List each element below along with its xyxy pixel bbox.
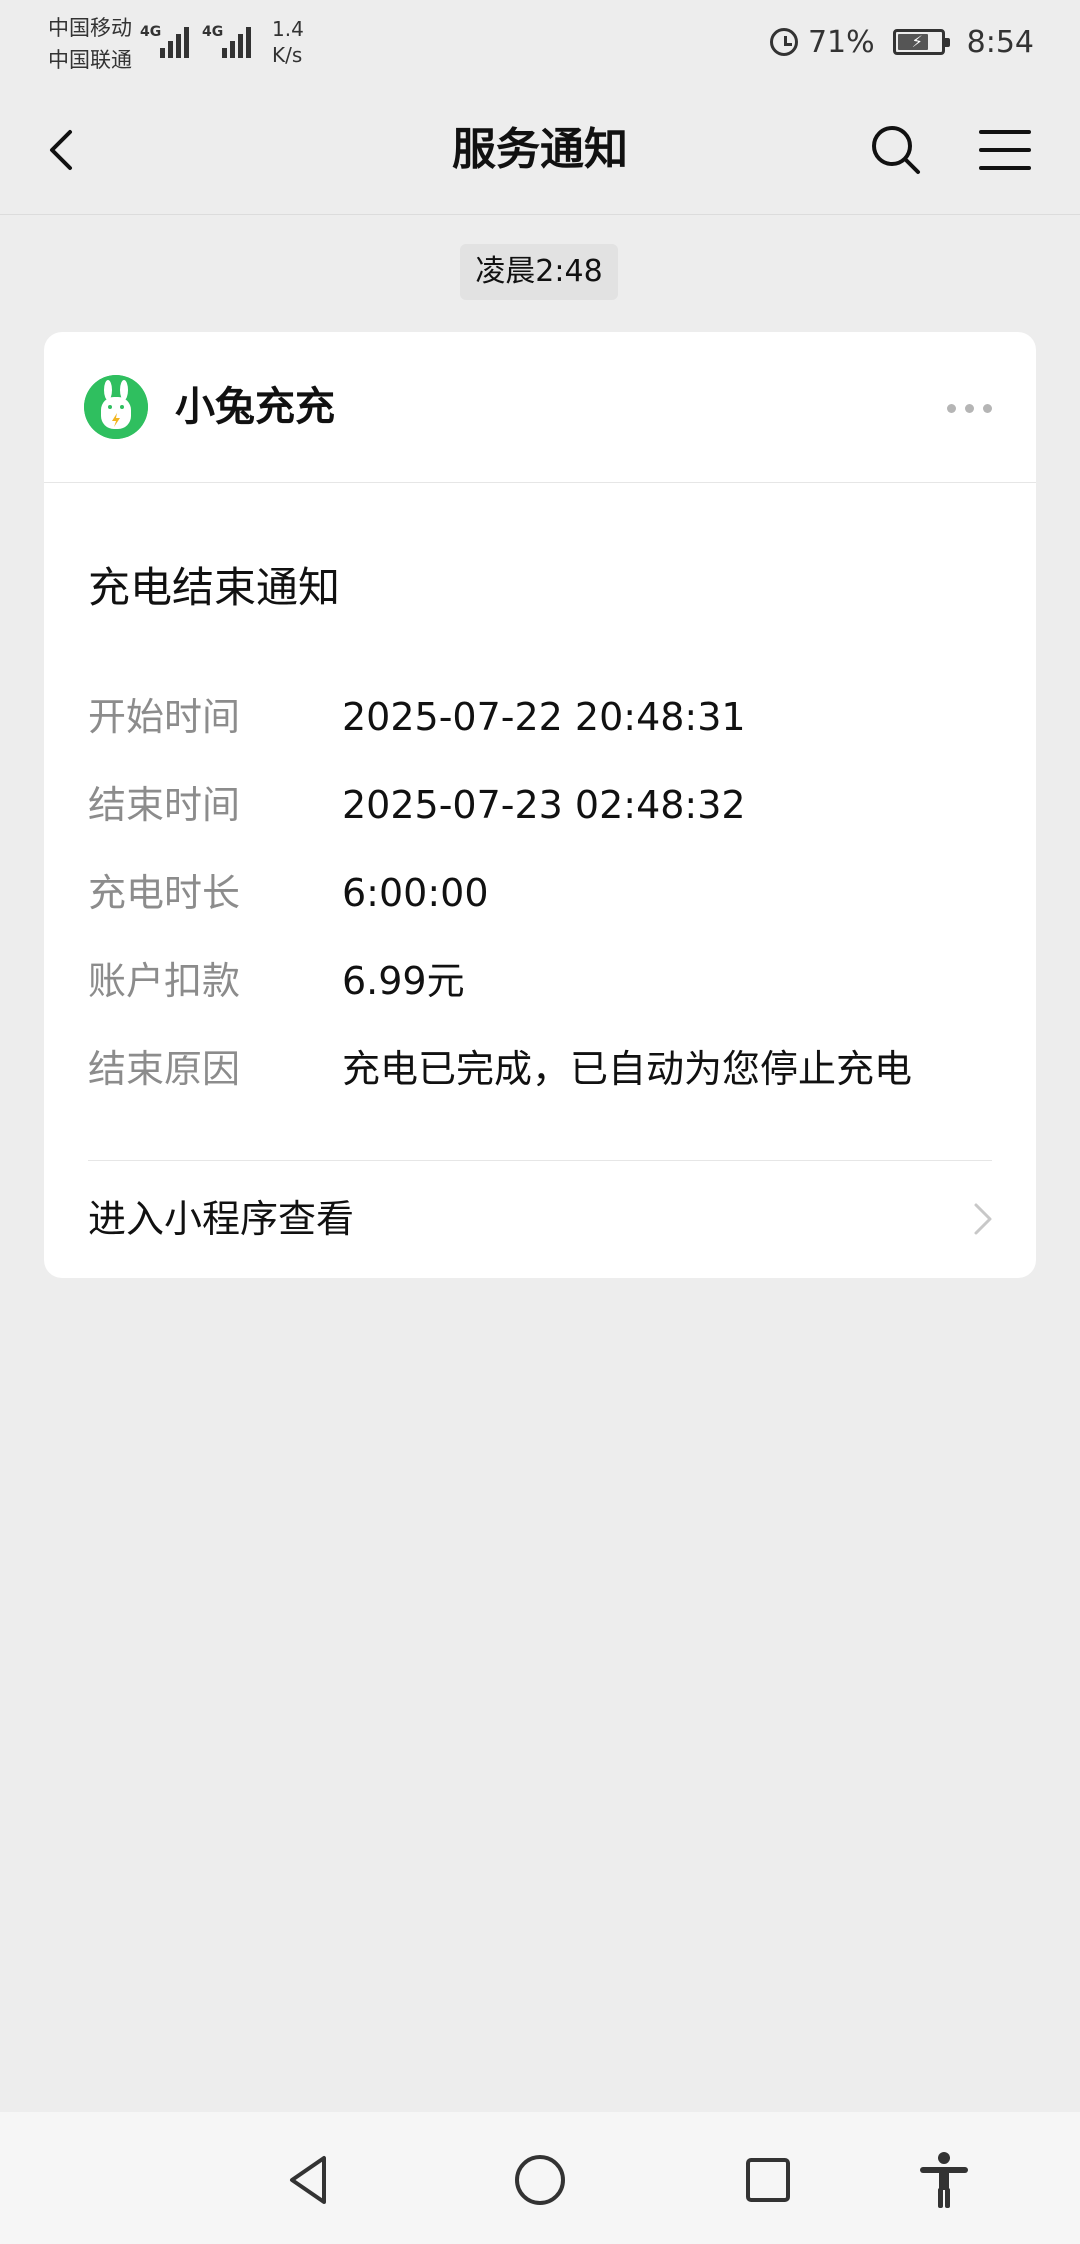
row-value: 2025-07-22 20:48:31 [342, 695, 746, 739]
detail-rows: 开始时间 2025-07-22 20:48:31 结束时间 2025-07-23… [88, 682, 988, 1122]
more-options-button[interactable] [934, 390, 1004, 426]
row-label: 结束时间 [88, 783, 241, 827]
row-value: 充电已完成，已自动为您停止充电 [342, 1047, 913, 1091]
carrier-2: 中国联通 [48, 48, 132, 72]
menu-button[interactable] [975, 120, 1035, 180]
app-logo [84, 375, 148, 439]
detail-row: 开始时间 2025-07-22 20:48:31 [88, 682, 988, 770]
network-speed: 1.4 K/s [272, 16, 304, 68]
dot-icon [982, 403, 992, 413]
network-type-1: 4G [140, 24, 162, 40]
row-value: 6.99元 [342, 959, 465, 1003]
menu-icon [979, 130, 1031, 170]
notice-title: 充电结束通知 [88, 563, 341, 612]
system-back-button[interactable] [278, 2148, 342, 2212]
detail-row: 结束时间 2025-07-23 02:48:32 [88, 770, 988, 858]
detail-row: 充电时长 6:00:00 [88, 858, 988, 946]
app-name: 小兔充充 [175, 384, 335, 430]
alarm-icon [769, 28, 798, 56]
message-timestamp: 凌晨2:48 [460, 244, 618, 300]
carrier-1: 中国移动 [48, 16, 132, 40]
accessibility-button[interactable] [912, 2148, 976, 2212]
dot-icon [964, 403, 974, 413]
battery-icon: ⚡ [892, 29, 950, 55]
system-recents-button[interactable] [736, 2148, 800, 2212]
system-nav-bar [0, 2112, 1080, 2244]
row-label: 充电时长 [88, 871, 241, 915]
detail-row: 结束原因 充电已完成，已自动为您停止充电 [88, 1034, 988, 1122]
system-home-button[interactable] [508, 2148, 572, 2212]
row-value: 6:00:00 [342, 871, 489, 915]
dot-icon [946, 403, 956, 413]
battery-percent: 71% [807, 24, 875, 60]
nav-bar: 服务通知 [0, 86, 1080, 215]
status-bar: 中国移动 中国联通 4G 4G 1.4 K/s 71% ⚡ 8:54 [0, 0, 1080, 86]
speed-unit: K/s [272, 43, 303, 67]
speed-value: 1.4 [272, 17, 304, 41]
carrier-names: 中国移动 中国联通 [48, 12, 132, 76]
chevron-right-icon [974, 1203, 992, 1235]
row-label: 开始时间 [88, 695, 241, 739]
triangle-back-icon [290, 2156, 326, 2204]
row-value: 2025-07-23 02:48:32 [342, 783, 746, 827]
search-icon [872, 126, 920, 174]
accessibility-icon [920, 2152, 968, 2208]
row-label: 账户扣款 [88, 959, 241, 1003]
rabbit-logo-icon [84, 375, 148, 439]
clock: 8:54 [966, 24, 1034, 60]
circle-home-icon [515, 2155, 565, 2205]
notification-card: 小兔充充 充电结束通知 开始时间 2025-07-22 20:48:31 结束时… [44, 332, 1036, 1278]
search-button[interactable] [866, 120, 926, 180]
square-recents-icon [746, 2158, 790, 2202]
open-mini-program-link[interactable]: 进入小程序查看 [44, 1161, 1036, 1278]
card-header: 小兔充充 [44, 332, 1036, 483]
network-type-2: 4G [202, 24, 224, 40]
footer-link-label: 进入小程序查看 [88, 1197, 355, 1241]
row-label: 结束原因 [88, 1047, 241, 1091]
detail-row: 账户扣款 6.99元 [88, 946, 988, 1034]
